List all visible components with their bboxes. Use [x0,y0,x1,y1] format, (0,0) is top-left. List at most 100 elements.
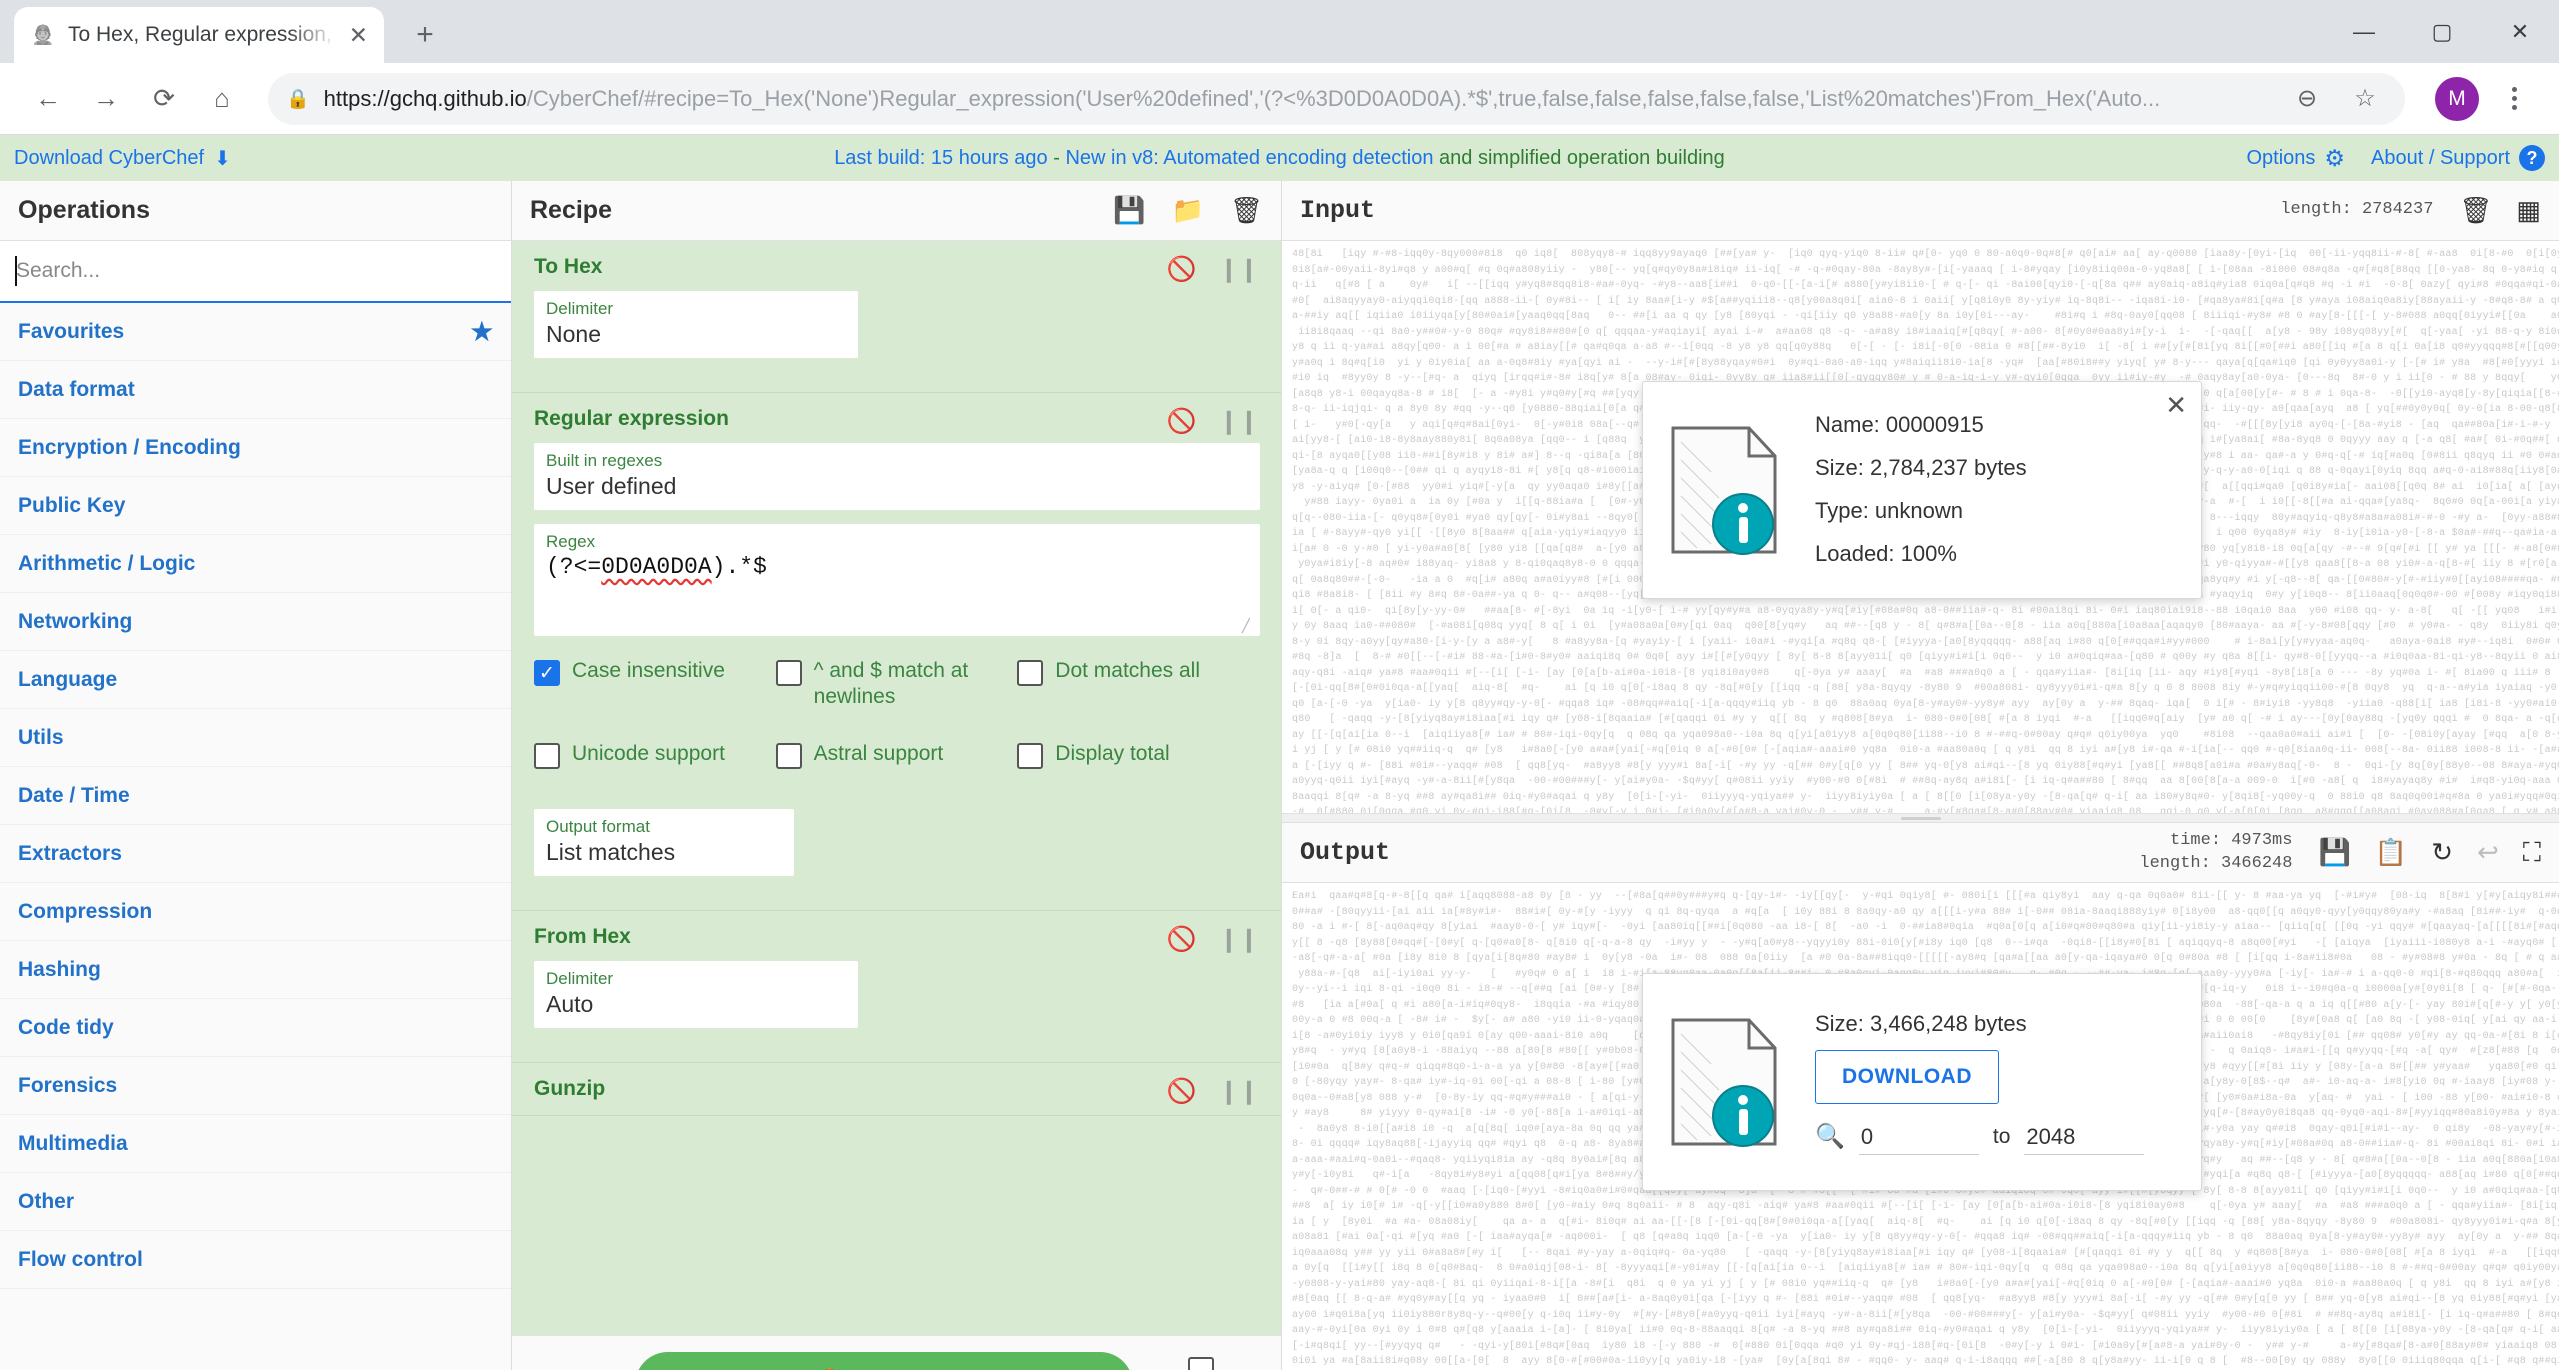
auto-bake-checkbox[interactable] [1187,1357,1214,1370]
delimiter-field[interactable]: Delimiter None [534,291,858,358]
close-icon[interactable]: ✕ [2165,392,2187,418]
back-icon[interactable]: ← [22,73,74,125]
save-icon[interactable]: 💾 [2318,837,2350,869]
home-icon[interactable]: ⌂ [196,73,248,125]
range-from-input[interactable] [1858,1119,1979,1155]
sidebar-item-utils[interactable]: Utils [0,709,511,767]
folder-icon[interactable]: 📁 [1172,195,1204,226]
grid-icon[interactable]: ▦ [2516,195,2541,226]
new-tab-button[interactable]: + [402,12,448,58]
checkbox-box[interactable] [1017,742,1044,769]
sidebar-item-other[interactable]: Other [0,1173,511,1231]
category-label: Other [18,1189,75,1213]
checkbox-box[interactable] [1017,660,1044,686]
download-cyberchef-link[interactable]: Download CyberChef ⬇ [14,146,231,171]
checkbox-box[interactable]: ✓ [534,660,560,686]
input-file-card[interactable]: ✕ Name: 00000915 Size: 2,784,237 bytes T… [1642,381,2202,599]
input-length-value: 2784237 [2361,200,2434,220]
checkbox-box[interactable] [775,742,802,769]
checkbox-display-total[interactable]: Display total [1017,741,1259,769]
about-support-button[interactable]: About / Support ? [2371,145,2545,171]
download-button[interactable]: DOWNLOAD [1815,1050,1999,1104]
sidebar-item-compression[interactable]: Compression [0,883,511,941]
maximize-button[interactable]: ▢ [2403,0,2481,63]
pause-icon[interactable]: ❙❙ [1219,1077,1259,1106]
disable-icon[interactable]: 🚫 [1167,1077,1197,1106]
checkbox-box[interactable] [534,742,560,769]
browser-tab[interactable]: 👲 To Hex, Regular expression, From ✕ [14,7,384,63]
checkbox-dot-matches-all[interactable]: Dot matches all [1017,658,1259,711]
disable-icon[interactable]: 🚫 [1167,925,1197,954]
recipe-op-regular-expression[interactable]: Regular expression 🚫 ❙❙ Built in regexes… [512,393,1281,911]
sidebar-item-extractors[interactable]: Extractors [0,825,511,883]
copy-icon[interactable]: 📋 [2375,837,2407,869]
sidebar-item-public-key[interactable]: Public Key [0,477,511,535]
checkbox-astral-support[interactable]: Astral support [775,741,1018,769]
input-body[interactable]: 48[8i [iqy #-#8-iqq0y-8qy000#8i8 q0 iq8[… [1282,241,2559,813]
kebab-menu-icon[interactable] [2491,73,2537,125]
close-icon[interactable]: ✕ [349,23,368,47]
search-input[interactable] [16,259,495,283]
regex-field[interactable]: Regex (?<=0D0A0D0A).*$ ╱ [534,524,1260,636]
sidebar-item-date-time[interactable]: Date / Time [0,767,511,825]
save-icon[interactable]: 💾 [1113,195,1145,226]
build-new-feature[interactable]: New in v8: Automated encoding detection [1065,147,1433,169]
recipe-op-from-hex[interactable]: From Hex 🚫 ❙❙ Delimiter Auto [512,911,1281,1063]
undo-icon[interactable]: ↩ [2477,837,2499,869]
close-window-button[interactable]: ✕ [2481,0,2559,63]
resize-handle-icon[interactable]: ╱ [1242,619,1256,633]
input-stats: length: 2784237 [2280,199,2433,222]
sidebar-item-networking[interactable]: Networking [0,593,511,651]
gear-icon[interactable]: ⚙ [2324,145,2345,172]
reload-icon[interactable]: ⟳ [138,73,190,125]
search-row[interactable] [0,241,511,303]
refresh-icon[interactable]: ↻ [2431,837,2453,869]
pause-icon[interactable]: ❙❙ [1219,925,1259,954]
auto-bake-toggle[interactable]: Auto Bake [1155,1357,1247,1370]
trash-icon[interactable]: 🗑 [2459,195,2492,226]
output-file-card[interactable]: Size: 3,466,248 bytes DOWNLOAD 🔍 to [1642,973,2202,1191]
trash-icon[interactable]: 🗑 [1230,195,1263,226]
minimize-button[interactable]: — [2325,0,2403,63]
output-body[interactable]: Ea#i qaa#q#8[q-#-8[[q qa# i[aqq8088-a8 0… [1282,883,2559,1370]
sidebar-item-forensics[interactable]: Forensics [0,1057,511,1115]
bake-button[interactable]: 👲 BAKE! [634,1351,1133,1370]
options-button[interactable]: Options ⚙ [2246,145,2345,172]
question-icon[interactable]: ? [2519,145,2545,171]
zoom-out-icon[interactable]: ⊖ [2285,84,2329,113]
download-cyberchef-label[interactable]: Download CyberChef [14,147,204,170]
checkbox-box[interactable] [775,660,802,686]
checkbox-case-insensitive[interactable]: ✓ Case insensitive [534,658,776,711]
checkbox-unicode-support[interactable]: Unicode support [534,741,776,769]
recipe-op-gunzip[interactable]: Gunzip 🚫 ❙❙ [512,1063,1281,1116]
build-timestamp[interactable]: Last build: 15 hours ago [834,147,1048,169]
delimiter-field[interactable]: Delimiter Auto [534,960,858,1028]
star-icon[interactable]: ☆ [2343,84,2387,113]
expand-icon[interactable]: ⛶ [2523,837,2541,869]
pause-icon[interactable]: ❙❙ [1219,255,1259,284]
avatar[interactable]: M [2435,76,2479,121]
download-icon[interactable]: ⬇ [214,146,231,171]
recipe-op-to-hex[interactable]: To Hex 🚫 ❙❙ Delimiter None [512,241,1281,393]
sidebar-item-arithmetic-logic[interactable]: Arithmetic / Logic [0,535,511,593]
disable-icon[interactable]: 🚫 [1167,407,1197,436]
sidebar-item-favourites[interactable]: Favourites ★ [0,303,511,361]
about-support-label: About / Support [2371,146,2510,169]
sidebar-item-hashing[interactable]: Hashing [0,941,511,999]
output-format-field[interactable]: Output format List matches [534,808,794,876]
address-bar[interactable]: 🔒 https://gchq.github.io/CyberChef/#reci… [268,72,2405,125]
sidebar-item-code-tidy[interactable]: Code tidy [0,999,511,1057]
sidebar-item-language[interactable]: Language [0,651,511,709]
io-splitter[interactable] [1282,813,2559,823]
pause-icon[interactable]: ❙❙ [1219,407,1259,436]
sidebar-item-encryption-encoding[interactable]: Encryption / Encoding [0,419,511,477]
forward-icon[interactable]: → [80,73,132,125]
range-to-input[interactable] [2024,1119,2145,1155]
checkbox-and-match-at-newlines[interactable]: ^ and $ match at newlines [775,658,1018,711]
disable-icon[interactable]: 🚫 [1167,255,1197,284]
sidebar-item-multimedia[interactable]: Multimedia [0,1115,511,1173]
sidebar-item-data-format[interactable]: Data format [0,361,511,419]
sidebar-item-flow-control[interactable]: Flow control [0,1231,511,1289]
star-icon[interactable]: ★ [471,317,493,347]
builtin-regexes-field[interactable]: Built in regexes User defined [534,443,1260,510]
